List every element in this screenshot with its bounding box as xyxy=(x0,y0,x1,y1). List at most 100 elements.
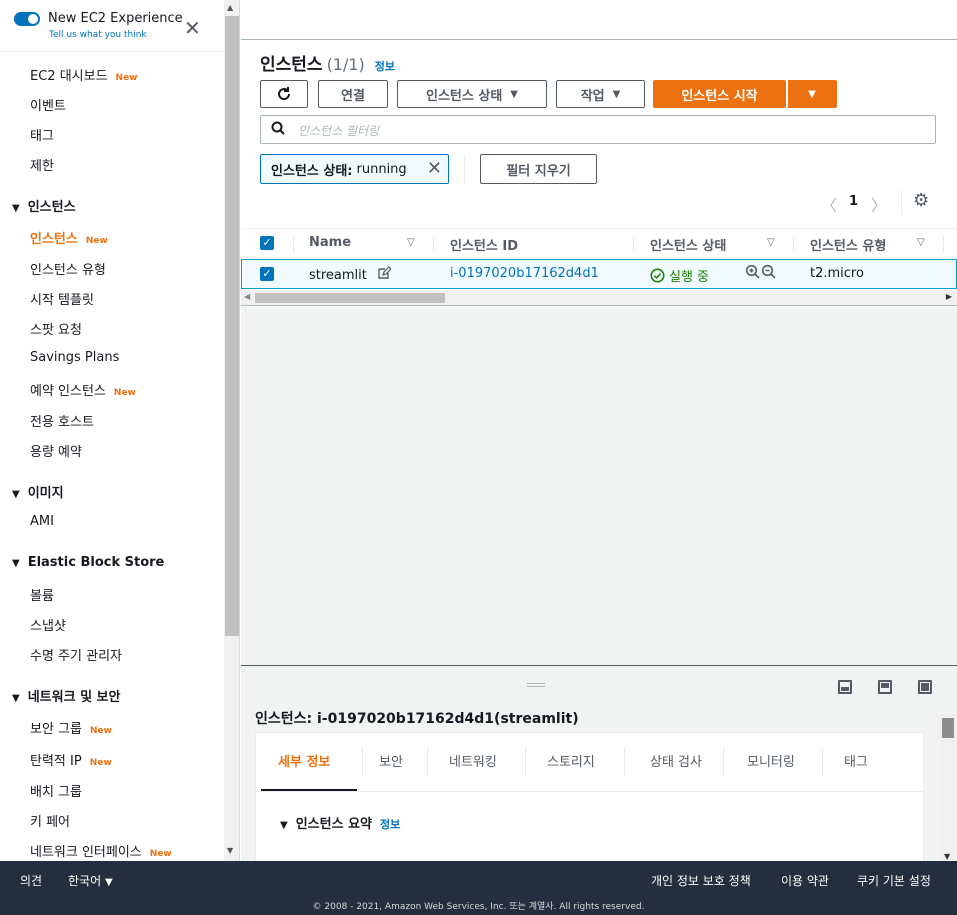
scrollbar-thumb[interactable] xyxy=(225,16,239,636)
sidebar-section-instances[interactable]: ▼ 인스턴스 xyxy=(12,196,76,215)
tab-networking[interactable]: 네트워킹 xyxy=(449,751,497,770)
search-icon xyxy=(271,121,285,139)
feedback-link[interactable]: Tell us what you think xyxy=(49,30,147,40)
sidebar-item-ami[interactable]: AMI xyxy=(30,514,54,529)
next-page-icon[interactable]: 〉 xyxy=(871,192,887,216)
feedback-link[interactable]: 의견 xyxy=(20,872,42,889)
select-all-checkbox[interactable]: ✓ xyxy=(260,236,274,250)
tab-security[interactable]: 보안 xyxy=(379,751,403,770)
sidebar-item-key-pairs[interactable]: 키 페어 xyxy=(30,811,70,830)
caret-down-icon: ▼ xyxy=(808,88,816,100)
actions-dropdown[interactable]: 작업 ▼ xyxy=(556,80,645,108)
scroll-left-icon[interactable]: ◀ xyxy=(244,292,250,301)
page-number[interactable]: 1 xyxy=(849,194,858,209)
sidebar-section-network-security[interactable]: ▼ 네트워크 및 보안 xyxy=(12,686,120,705)
table-row[interactable]: ✓ streamlit i-0197020b17162d4d1 실행 중 t2.… xyxy=(241,259,957,289)
scroll-up-icon[interactable]: ▲ xyxy=(227,3,233,12)
instance-id-link[interactable]: i-0197020b17162d4d1 xyxy=(450,266,599,281)
details-scrollbar[interactable]: ▼ xyxy=(940,714,956,862)
edit-icon[interactable] xyxy=(377,266,392,280)
sidebar-item-placement-groups[interactable]: 배치 그룹 xyxy=(30,781,82,800)
sidebar-item-limits[interactable]: 제한 xyxy=(30,155,54,174)
sidebar: New EC2 Experience Tell us what you thin… xyxy=(0,0,224,861)
main-content: 인스턴스 (1/1) 정보 연결 인스턴스 상태 ▼ 작업 ▼ 인스턴스 시작 ▼ 인스… xyxy=(241,0,957,862)
info-link[interactable]: 정보 xyxy=(380,818,400,831)
top-bar xyxy=(241,0,957,40)
sidebar-item-security-groups[interactable]: 보안 그룹 New xyxy=(30,718,112,737)
sidebar-item-savings-plans[interactable]: Savings Plans xyxy=(30,350,119,365)
prev-page-icon[interactable]: 〈 xyxy=(821,192,837,216)
resize-handle[interactable] xyxy=(527,683,545,687)
new-experience-toggle[interactable] xyxy=(14,12,40,26)
tab-divider xyxy=(525,747,526,777)
scroll-down-icon[interactable]: ▼ xyxy=(944,852,950,861)
column-header-instance-type[interactable]: 인스턴스 유형 xyxy=(810,235,886,254)
new-experience-title: New EC2 Experience xyxy=(48,11,183,26)
sidebar-item-spot-requests[interactable]: 스팟 요청 xyxy=(30,319,82,338)
sidebar-item-lifecycle-manager[interactable]: 수명 주기 관리자 xyxy=(30,645,122,664)
clear-filters-button[interactable]: 필터 지우기 xyxy=(480,154,597,184)
sort-icon[interactable]: ▽ xyxy=(767,237,775,248)
sidebar-item-label: 예약 인스턴스 xyxy=(30,384,106,399)
sidebar-item-dedicated-hosts[interactable]: 전용 호스트 xyxy=(30,411,94,430)
sidebar-item-instance-types[interactable]: 인스턴스 유형 xyxy=(30,259,106,278)
info-link[interactable]: 정보 xyxy=(375,60,395,73)
sort-icon[interactable]: ▽ xyxy=(917,237,925,248)
panel-bottom-icon[interactable] xyxy=(838,680,852,694)
sidebar-item-instances[interactable]: 인스턴스 New xyxy=(30,228,108,247)
sidebar-item-reserved-instances[interactable]: 예약 인스턴스 New xyxy=(30,380,136,399)
column-header-instance-state[interactable]: 인스턴스 상태 xyxy=(650,235,726,254)
scrollbar-thumb[interactable] xyxy=(255,293,445,303)
privacy-link[interactable]: 개인 정보 보호 정책 xyxy=(651,872,751,889)
caret-down-icon: ▼ xyxy=(280,820,288,831)
zoom-out-icon[interactable] xyxy=(761,264,777,284)
tab-storage[interactable]: 스토리지 xyxy=(547,751,595,770)
panel-fullscreen-icon[interactable] xyxy=(918,680,932,694)
page-title: 인스턴스 (1/1) 정보 xyxy=(260,50,395,75)
panel-side-icon[interactable] xyxy=(878,680,892,694)
zoom-in-icon[interactable] xyxy=(745,264,761,284)
sidebar-section-images[interactable]: ▼ 이미지 xyxy=(12,482,64,501)
column-header-name[interactable]: Name xyxy=(309,235,351,250)
sidebar-item-launch-templates[interactable]: 시작 템플릿 xyxy=(30,289,94,308)
tab-status-checks[interactable]: 상태 검사 xyxy=(650,751,702,770)
sidebar-section-ebs[interactable]: ▼ Elastic Block Store xyxy=(12,555,164,570)
tab-monitoring[interactable]: 모니터링 xyxy=(747,751,795,770)
search-input[interactable]: 인스턴스 필터링 xyxy=(260,115,936,144)
tab-details[interactable]: 세부 정보 xyxy=(278,751,330,770)
copyright: © 2008 - 2021, Amazon Web Services, Inc.… xyxy=(312,902,645,912)
language-selector[interactable]: 한국어 ▼ xyxy=(68,872,113,889)
refresh-button[interactable] xyxy=(260,80,308,108)
terms-link[interactable]: 이용 약관 xyxy=(781,872,829,889)
footer: 의견 한국어 ▼ 개인 정보 보호 정책 이용 약관 쿠키 기본 설정 © 20… xyxy=(0,861,957,915)
sidebar-item-snapshots[interactable]: 스냅샷 xyxy=(30,615,66,634)
sidebar-item-events[interactable]: 이벤트 xyxy=(30,95,66,114)
tab-tags[interactable]: 태그 xyxy=(844,751,868,770)
sort-icon[interactable]: ▽ xyxy=(407,237,415,248)
launch-instance-button[interactable]: 인스턴스 시작 xyxy=(653,80,786,108)
close-icon[interactable]: ✕ xyxy=(184,18,201,38)
cookie-preferences-link[interactable]: 쿠키 기본 설정 xyxy=(857,872,931,889)
sidebar-item-capacity-reservations[interactable]: 용량 예약 xyxy=(30,441,82,460)
scrollbar-thumb[interactable] xyxy=(942,718,954,738)
filter-value: running xyxy=(356,161,407,177)
table-horizontal-scrollbar[interactable]: ◀ ▶ xyxy=(241,290,957,306)
launch-options-dropdown[interactable]: ▼ xyxy=(787,80,837,108)
sidebar-item-ec2-dashboard[interactable]: EC2 대시보드 New xyxy=(30,65,138,84)
sidebar-item-elastic-ip[interactable]: 탄력적 IP New xyxy=(30,750,112,769)
instance-count: (1/1) xyxy=(326,55,365,74)
instance-summary-header[interactable]: ▼ 인스턴스 요약 정보 xyxy=(280,813,400,832)
scroll-down-icon[interactable]: ▼ xyxy=(227,846,233,855)
sidebar-scrollbar[interactable]: ▲ ▼ xyxy=(224,0,240,861)
remove-filter-icon[interactable]: ✕ xyxy=(427,158,442,179)
sidebar-item-network-interfaces[interactable]: 네트워크 인터페이스 New xyxy=(30,841,172,860)
sidebar-item-tags[interactable]: 태그 xyxy=(30,125,54,144)
instance-state-dropdown[interactable]: 인스턴스 상태 ▼ xyxy=(397,80,547,108)
gear-icon[interactable]: ⚙ xyxy=(913,190,929,211)
scroll-right-icon[interactable]: ▶ xyxy=(946,292,952,301)
sidebar-item-volumes[interactable]: 볼륨 xyxy=(30,585,54,604)
column-divider xyxy=(293,235,294,253)
column-header-instance-id[interactable]: 인스턴스 ID xyxy=(450,235,518,254)
row-checkbox[interactable]: ✓ xyxy=(260,267,274,281)
connect-button[interactable]: 연결 xyxy=(318,80,388,108)
